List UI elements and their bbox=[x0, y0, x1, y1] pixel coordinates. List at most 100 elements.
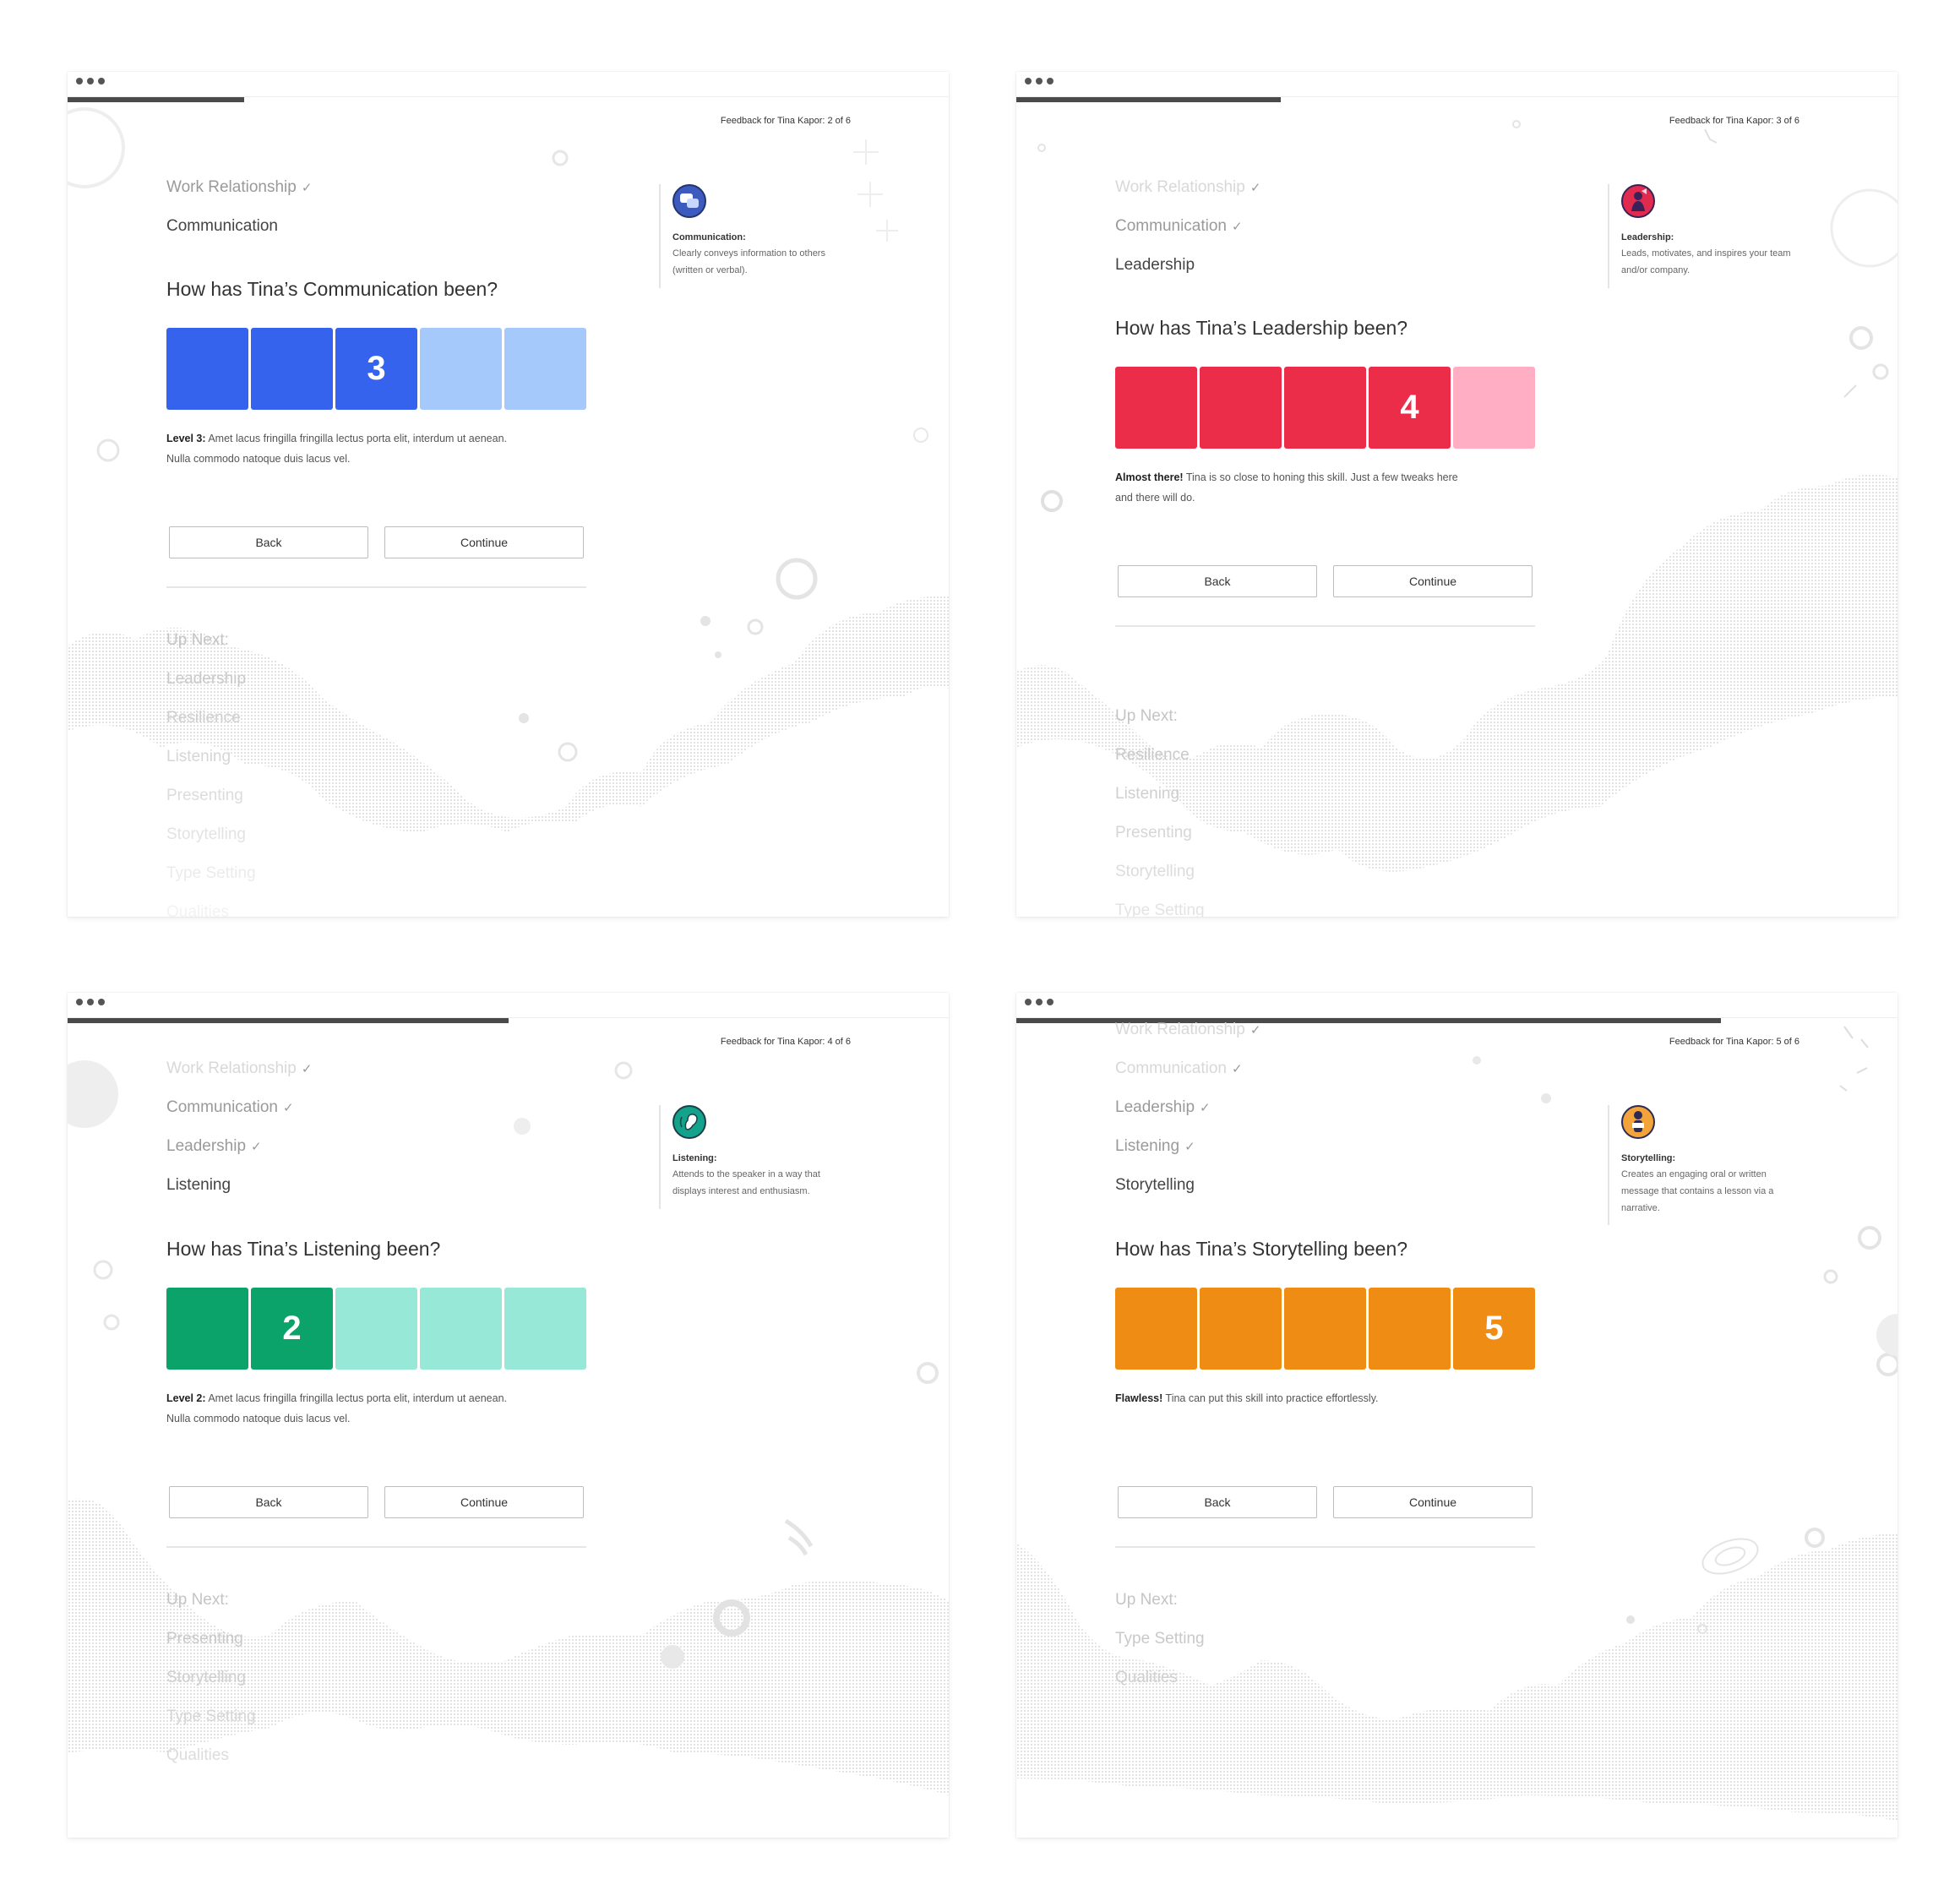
rating-cell-5[interactable] bbox=[504, 1288, 586, 1370]
ear-icon bbox=[672, 1105, 706, 1139]
check-icon: ✓ bbox=[301, 181, 313, 195]
up-next-item: Storytelling bbox=[1115, 863, 1195, 880]
rating-cell-1[interactable] bbox=[1115, 1288, 1197, 1370]
skill-title: Listening: bbox=[672, 1153, 717, 1163]
up-next-item: Type Setting bbox=[1115, 901, 1205, 917]
back-button[interactable]: Back bbox=[169, 1486, 368, 1518]
rating-scale[interactable]: 3 bbox=[166, 328, 586, 410]
rating-cell-3[interactable] bbox=[1284, 367, 1366, 449]
rating-cell-5[interactable]: 5 bbox=[1453, 1288, 1535, 1370]
continue-button[interactable]: Continue bbox=[1333, 1486, 1533, 1518]
step-completed: Leadership ✓ bbox=[1115, 1098, 1211, 1116]
rating-cell-4[interactable] bbox=[1369, 1288, 1451, 1370]
up-next-item: Resilience bbox=[1115, 746, 1190, 764]
rating-cell-5[interactable] bbox=[504, 328, 586, 410]
step-current: Listening bbox=[166, 1176, 231, 1194]
level-description: Level 3: Amet lacus fringilla fringilla … bbox=[166, 433, 507, 465]
feedback-window-listening: Feedback for Tina Kapor: 4 of 6 Work Rel… bbox=[68, 993, 949, 1838]
question-heading: How has Tina’s Communication been? bbox=[166, 278, 498, 300]
rating-cell-3[interactable] bbox=[335, 1288, 417, 1370]
up-next-list: Up Next: Presenting Storytelling Type Sett… bbox=[166, 1581, 256, 1775]
rating-cell-5[interactable] bbox=[1453, 367, 1535, 449]
rating-cell-2[interactable] bbox=[1200, 1288, 1282, 1370]
feedback-counter: Feedback for Tina Kapor: 2 of 6 bbox=[720, 116, 851, 126]
window-chrome bbox=[1016, 72, 1897, 97]
rating-cell-2[interactable] bbox=[1200, 367, 1282, 449]
rating-cell-4[interactable]: 4 bbox=[1369, 367, 1451, 449]
level-description: Almost there! Tina is so close to honing… bbox=[1115, 471, 1458, 504]
feedback-counter: Feedback for Tina Kapor: 4 of 6 bbox=[720, 1037, 851, 1047]
rating-cell-4[interactable] bbox=[420, 1288, 502, 1370]
rating-cell-1[interactable] bbox=[1115, 367, 1197, 449]
up-next-title: Up Next: bbox=[1115, 707, 1178, 725]
up-next-item: Storytelling bbox=[166, 1669, 246, 1686]
question-heading: How has Tina’s Listening been? bbox=[166, 1238, 441, 1260]
window-dots bbox=[76, 78, 105, 84]
window-dots bbox=[1025, 78, 1054, 84]
rating-cell-4[interactable] bbox=[420, 328, 502, 410]
divider bbox=[166, 1546, 586, 1548]
rating-scale[interactable]: 4 bbox=[1115, 367, 1535, 449]
feedback-window-storytelling: Feedback for Tina Kapor: 5 of 6 Work Rel… bbox=[1016, 993, 1897, 1838]
continue-button[interactable]: Continue bbox=[384, 526, 584, 558]
continue-button[interactable]: Continue bbox=[1333, 565, 1533, 597]
skill-info-panel: Storytelling: Creates an engaging oral o… bbox=[1608, 1105, 1802, 1225]
rating-cell-1[interactable] bbox=[166, 328, 248, 410]
step-completed: Work Relationship ✓ bbox=[1115, 178, 1261, 196]
skill-description: Creates an engaging oral or written mess… bbox=[1621, 1169, 1774, 1213]
feedback-counter: Feedback for Tina Kapor: 5 of 6 bbox=[1669, 1037, 1799, 1047]
up-next-item: Type Setting bbox=[1115, 1630, 1205, 1648]
check-icon: ✓ bbox=[1250, 1023, 1261, 1038]
up-next-item: Qualities bbox=[166, 1746, 229, 1764]
up-next-item: Presenting bbox=[166, 787, 243, 804]
up-next-title: Up Next: bbox=[166, 1591, 229, 1609]
continue-button[interactable]: Continue bbox=[384, 1486, 584, 1518]
skill-info-panel: Leadership: Leads, motivates, and inspir… bbox=[1608, 184, 1802, 288]
rating-cell-3[interactable]: 3 bbox=[335, 328, 417, 410]
check-icon: ✓ bbox=[1232, 220, 1243, 234]
up-next-item: Listening bbox=[1115, 785, 1180, 803]
up-next-item: Type Setting bbox=[166, 1708, 256, 1725]
question-heading: How has Tina’s Storytelling been? bbox=[1115, 1238, 1408, 1260]
feedback-counter: Feedback for Tina Kapor: 3 of 6 bbox=[1669, 116, 1799, 126]
level-description: Level 2: Amet lacus fringilla fringilla … bbox=[166, 1392, 507, 1424]
rating-scale[interactable]: 5 bbox=[1115, 1288, 1535, 1370]
rating-cell-2[interactable]: 2 bbox=[251, 1288, 333, 1370]
check-icon: ✓ bbox=[283, 1101, 294, 1115]
rating-cell-1[interactable] bbox=[166, 1288, 248, 1370]
step-current: Storytelling bbox=[1115, 1176, 1195, 1194]
back-button[interactable]: Back bbox=[1118, 565, 1317, 597]
skill-title: Leadership: bbox=[1621, 232, 1674, 242]
up-next-item: Leadership bbox=[166, 670, 247, 688]
check-icon: ✓ bbox=[1184, 1140, 1195, 1154]
speech-bubbles-icon bbox=[672, 184, 706, 218]
divider bbox=[1115, 625, 1535, 627]
up-next-item: Listening bbox=[166, 748, 231, 765]
rating-scale[interactable]: 2 bbox=[166, 1288, 586, 1370]
rating-cell-2[interactable] bbox=[251, 328, 333, 410]
skill-description: Leads, motivates, and inspires your team… bbox=[1621, 248, 1791, 275]
feedback-window-communication: Feedback for Tina Kapor: 2 of 6 Work Rel… bbox=[68, 72, 949, 917]
step-current: Communication bbox=[166, 217, 278, 235]
back-button[interactable]: Back bbox=[169, 526, 368, 558]
window-chrome bbox=[68, 72, 949, 97]
check-icon: ✓ bbox=[1232, 1062, 1243, 1076]
step-completed: Work Relationship ✓ bbox=[166, 178, 313, 196]
rating-cell-3[interactable] bbox=[1284, 1288, 1366, 1370]
divider bbox=[1115, 1546, 1535, 1548]
window-chrome bbox=[68, 993, 949, 1018]
step-current: Leadership bbox=[1115, 256, 1195, 274]
skill-title: Storytelling: bbox=[1621, 1153, 1676, 1163]
check-icon: ✓ bbox=[301, 1062, 313, 1076]
up-next-item: Resilience bbox=[166, 709, 241, 727]
skill-title: Communication: bbox=[672, 232, 746, 242]
question-heading: How has Tina’s Leadership been? bbox=[1115, 317, 1408, 339]
up-next-title: Up Next: bbox=[1115, 1591, 1178, 1609]
check-icon: ✓ bbox=[1250, 181, 1261, 195]
divider bbox=[166, 586, 586, 588]
up-next-title: Up Next: bbox=[166, 631, 229, 649]
back-button[interactable]: Back bbox=[1118, 1486, 1317, 1518]
skill-progress-list: Work Relationship ✓ Communication ✓ Leader… bbox=[166, 1049, 312, 1205]
skill-description: Clearly conveys information to others (w… bbox=[672, 248, 825, 275]
check-icon: ✓ bbox=[1200, 1101, 1211, 1115]
